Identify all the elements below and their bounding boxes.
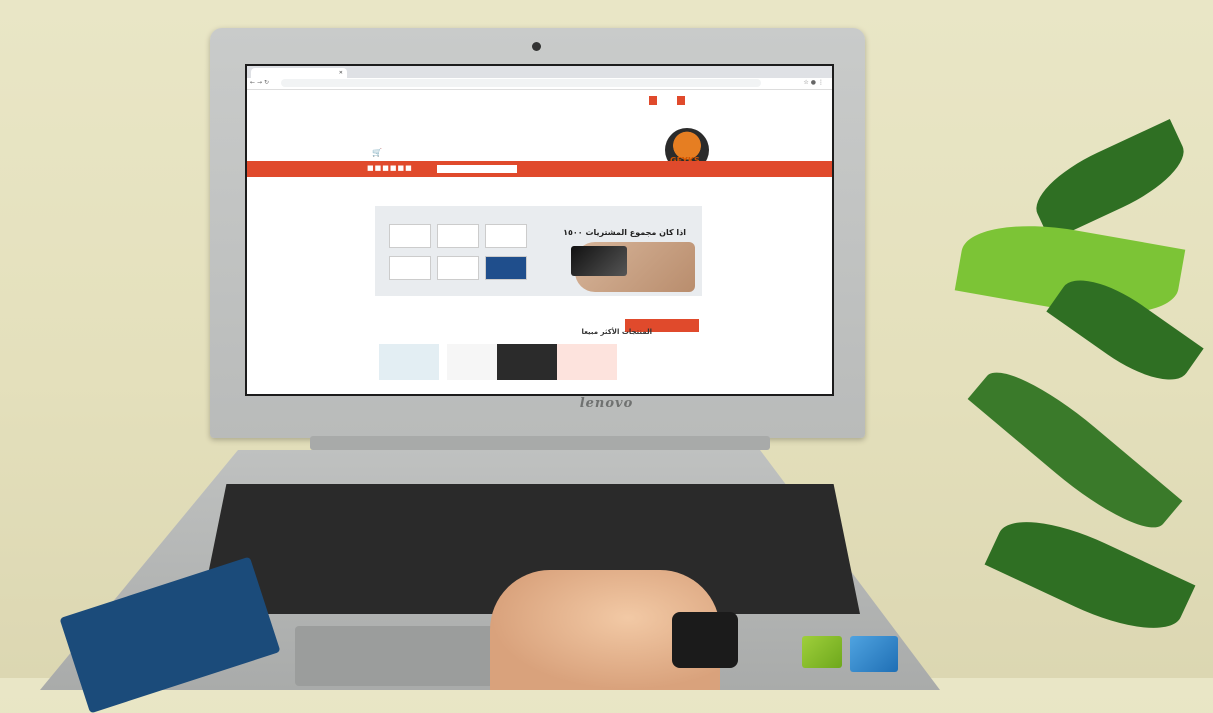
bank-logo-tile: [437, 256, 479, 280]
bank-logo-tile: [485, 256, 527, 280]
plant-leaf: [984, 501, 1196, 649]
intel-sticker: [850, 636, 898, 672]
nav-arrows-icon[interactable]: ←→↻: [250, 79, 271, 86]
nvidia-sticker: [802, 636, 842, 668]
social-icons[interactable]: ■■■■■■: [367, 164, 413, 172]
url-field[interactable]: [281, 79, 761, 87]
browser-tab[interactable]: ✕: [251, 68, 347, 78]
webcam: [532, 42, 541, 51]
cart-icon[interactable]: 🛒: [372, 148, 382, 157]
login-button[interactable]: [649, 96, 657, 105]
joystick-module: [672, 612, 738, 668]
photo-scene: lenovo ✕ ←→↻ ☆●⋮ GEYKS 🛒 ■■■■■: [0, 0, 1213, 713]
laptop-screen: ✕ ←→↻ ☆●⋮ GEYKS 🛒 ■■■■■■ اذا كان مجموع ا: [245, 64, 834, 396]
bank-logo-tile: [437, 224, 479, 248]
banner-headline: اذا كان مجموع المشتريات ١٥٠٠: [563, 228, 686, 237]
bank-logo-tile: [389, 224, 431, 248]
address-bar: ←→↻ ☆●⋮: [247, 78, 832, 90]
account-button[interactable]: [677, 96, 685, 105]
product-image[interactable]: [497, 344, 557, 380]
search-input[interactable]: [437, 165, 517, 173]
plant-leaf: [1024, 119, 1196, 241]
plant-leaf: [967, 353, 1183, 547]
extensions-icon[interactable]: ☆●⋮: [803, 79, 826, 86]
browser-tabbar: ✕: [247, 66, 832, 78]
credit-card-image: [571, 246, 627, 276]
site-redbar: [247, 161, 832, 177]
promo-banner[interactable]: اذا كان مجموع المشتريات ١٥٠٠: [375, 206, 702, 296]
laptop-brand: lenovo: [579, 396, 634, 411]
laptop-hinge: [310, 436, 770, 450]
bank-logo-tile: [485, 224, 527, 248]
product-image[interactable]: [379, 344, 439, 380]
site-topstrip: [247, 90, 832, 112]
site-menu: [552, 148, 598, 160]
section-title: المنتجات الأكثر مبيعا: [581, 328, 652, 336]
bank-logo-tile: [389, 256, 431, 280]
close-icon[interactable]: ✕: [339, 68, 343, 78]
product-image[interactable]: [557, 344, 617, 380]
